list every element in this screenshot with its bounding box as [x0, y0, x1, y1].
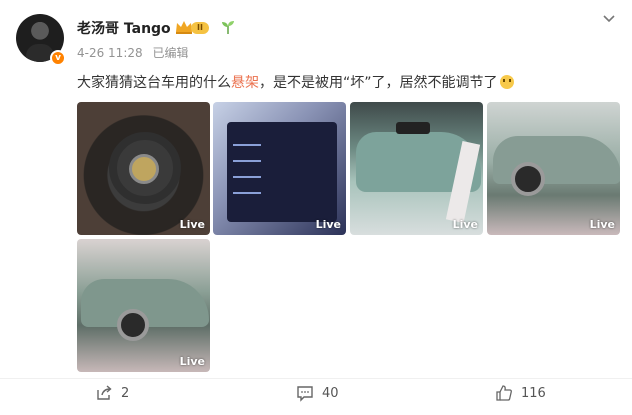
share-button[interactable]: 2: [95, 384, 129, 402]
share-count: 2: [121, 385, 130, 401]
post-image-5[interactable]: Live: [77, 239, 210, 372]
post-image-2[interactable]: Live: [213, 102, 346, 235]
headlamp-graphic: [396, 122, 430, 134]
screen-graphic: [227, 122, 337, 222]
comment-icon: [297, 386, 313, 402]
comment-count: 40: [322, 385, 339, 401]
post-image-3[interactable]: Live: [350, 102, 483, 235]
post-text-after: ，是不是被用“坏”了，居然不能调节了: [259, 75, 498, 91]
chevron-down-icon[interactable]: [602, 14, 616, 24]
menu-line: [233, 192, 261, 194]
menu-line: [233, 160, 261, 162]
post-text: 大家猜猜这台车用的什么悬架，是不是被用“坏”了，居然不能调节了: [77, 72, 514, 92]
weibo-post-card: v 老汤哥 Tango II 4-26 11:28 已编辑 大家猜猜这台车用的什…: [0, 0, 632, 415]
comment-button[interactable]: 40: [296, 384, 339, 402]
username[interactable]: 老汤哥 Tango: [77, 18, 171, 38]
wheel-graphic: [511, 162, 545, 196]
verified-icon: v: [50, 50, 66, 66]
live-badge: Live: [589, 218, 615, 231]
live-badge: Live: [179, 218, 205, 231]
live-badge: Live: [179, 355, 205, 368]
like-count: 116: [521, 385, 546, 401]
post-image-4[interactable]: Live: [487, 102, 620, 235]
like-icon: [496, 385, 512, 401]
wheel-graphic: [117, 309, 149, 341]
vip-badge-icon[interactable]: II: [191, 22, 209, 34]
post-image-1[interactable]: Live: [77, 102, 210, 235]
post-meta: 4-26 11:28 已编辑: [77, 44, 188, 61]
car-logo-graphic: [129, 154, 159, 184]
post-text-highlight[interactable]: 悬架: [231, 75, 259, 91]
sprout-icon[interactable]: [220, 19, 236, 35]
like-button[interactable]: 116: [495, 384, 546, 402]
live-badge: Live: [315, 218, 341, 231]
post-text-before: 大家猜猜这台车用的什么: [77, 75, 231, 91]
menu-line: [233, 144, 261, 146]
live-badge: Live: [452, 218, 478, 231]
timestamp[interactable]: 4-26 11:28: [77, 46, 143, 60]
emoji-icon: [499, 75, 514, 89]
edited-label[interactable]: 已编辑: [152, 46, 188, 60]
divider: [0, 378, 632, 379]
menu-line: [233, 176, 261, 178]
share-icon: [97, 385, 112, 400]
